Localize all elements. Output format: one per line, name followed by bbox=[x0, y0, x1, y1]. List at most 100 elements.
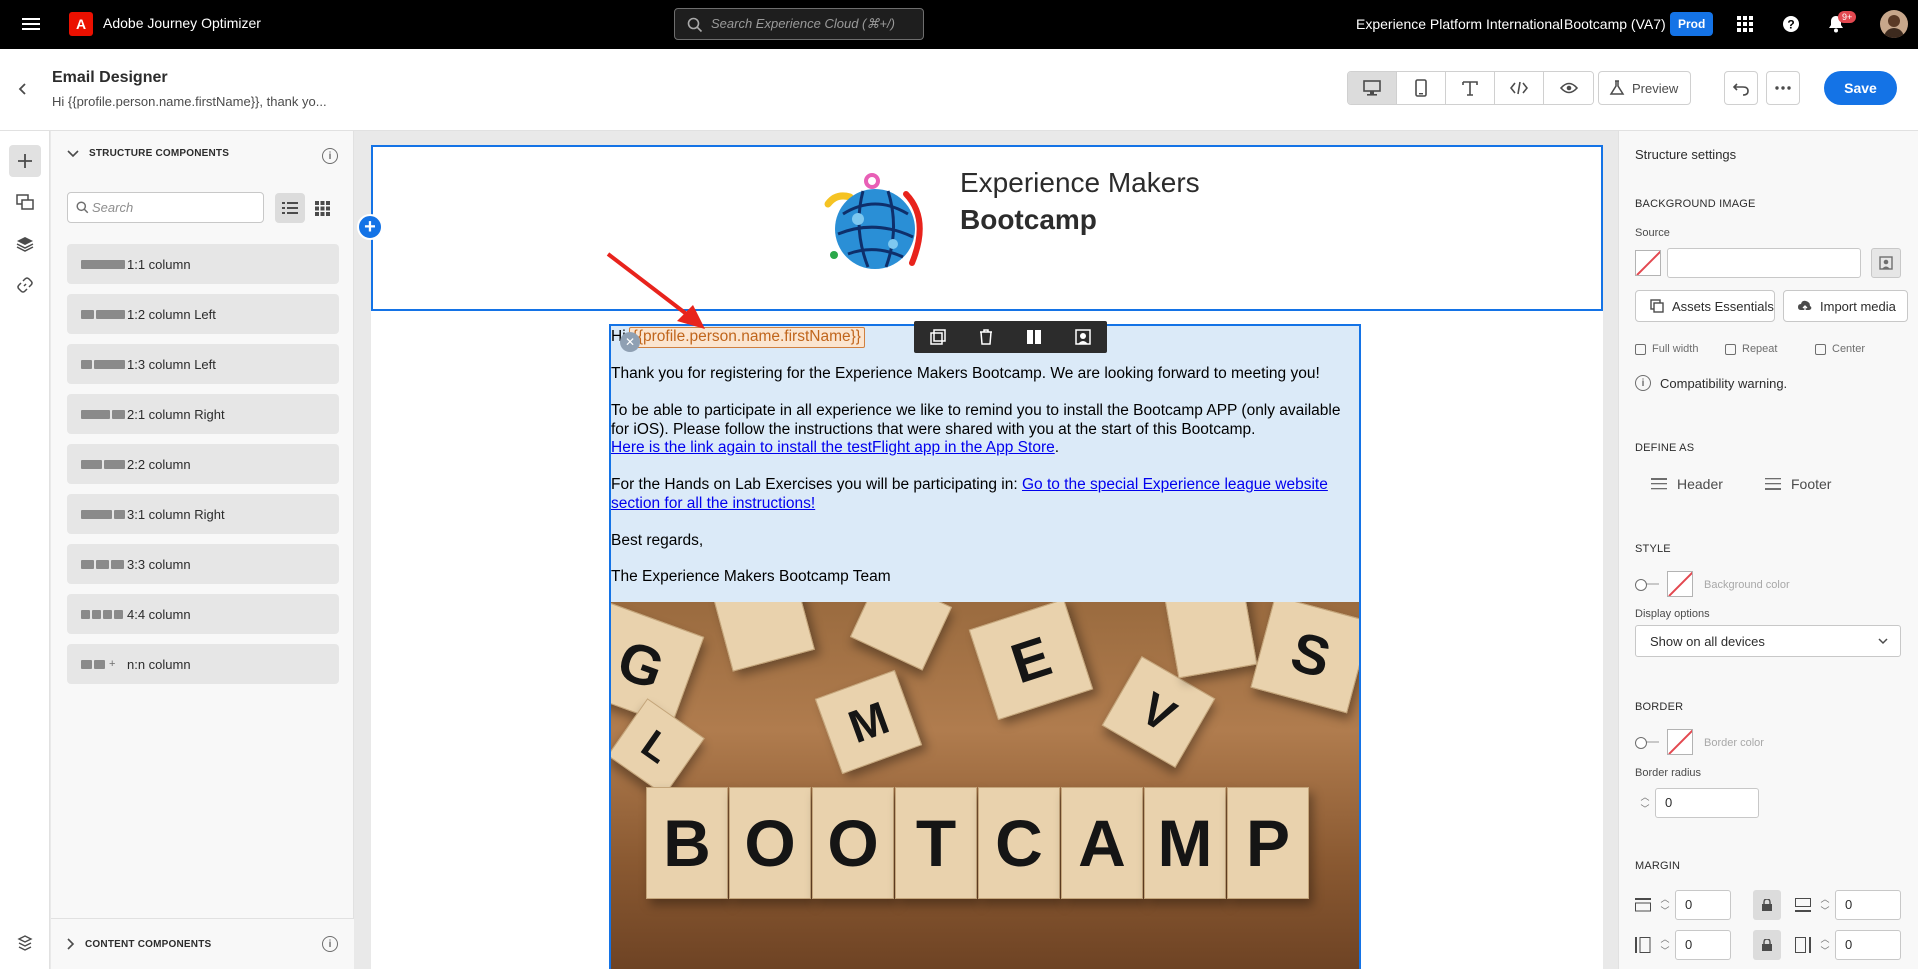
letter-cube: C bbox=[978, 787, 1060, 899]
bg-image-swatch[interactable] bbox=[1635, 250, 1661, 276]
style-heading: STYLE bbox=[1635, 543, 1671, 555]
env-badge[interactable]: Prod bbox=[1670, 12, 1714, 36]
import-media-button[interactable]: Import media bbox=[1783, 290, 1908, 322]
settings-title: Structure settings bbox=[1635, 147, 1737, 162]
margin-bottom-input[interactable]: 0 bbox=[1835, 890, 1901, 920]
define-footer-option[interactable]: Footer bbox=[1765, 476, 1831, 492]
margin-lock-button[interactable] bbox=[1753, 890, 1781, 920]
apps-grid-icon[interactable] bbox=[1735, 14, 1755, 34]
global-search-input[interactable]: Search Experience Cloud (⌘+/) bbox=[674, 8, 924, 40]
margin-bottom-icon bbox=[1795, 898, 1811, 912]
full-width-checkbox[interactable]: Full width bbox=[1635, 343, 1698, 355]
add-structure-icon[interactable]: + bbox=[357, 214, 383, 240]
desktop-view-button[interactable] bbox=[1348, 72, 1397, 104]
component-n-n-column[interactable]: + n:n column bbox=[67, 644, 339, 684]
component-1-3-column-left[interactable]: 1:3 column Left bbox=[67, 344, 339, 384]
margin-top-input[interactable]: 0 bbox=[1675, 890, 1731, 920]
margin-right-input[interactable]: 0 bbox=[1835, 930, 1901, 960]
save-button[interactable]: Save bbox=[1824, 71, 1897, 105]
bg-color-toggle[interactable] bbox=[1635, 578, 1661, 591]
center-checkbox[interactable]: Center bbox=[1815, 343, 1865, 355]
back-arrow-icon[interactable] bbox=[16, 79, 30, 102]
user-avatar[interactable] bbox=[1880, 10, 1908, 38]
component-2-2-column[interactable]: 2:2 column bbox=[67, 444, 339, 484]
full-width-label: Full width bbox=[1652, 343, 1699, 355]
source-input[interactable] bbox=[1667, 248, 1861, 278]
links-button[interactable] bbox=[9, 269, 41, 301]
text-view-button[interactable] bbox=[1446, 72, 1495, 104]
structure-settings-panel: Structure settings BACKGROUND IMAGE Sour… bbox=[1618, 131, 1918, 969]
component-1-1-column[interactable]: 1:1 column bbox=[67, 244, 339, 284]
mobile-view-button[interactable] bbox=[1397, 72, 1446, 104]
fragments-icon bbox=[16, 194, 34, 210]
column-layout-icon bbox=[67, 509, 127, 519]
mobile-icon bbox=[1415, 79, 1427, 97]
browse-image-button[interactable] bbox=[1871, 248, 1901, 278]
search-icon bbox=[687, 17, 703, 33]
assets-essentials-button[interactable]: Assets Essentials bbox=[1635, 290, 1775, 322]
border-radius-input[interactable]: 0 bbox=[1655, 788, 1759, 818]
info-icon[interactable]: i bbox=[322, 148, 338, 164]
structure-components-toggle[interactable]: STRUCTURE COMPONENTS bbox=[67, 148, 229, 159]
sandbox-switcher[interactable]: Bootcamp (VA7) bbox=[1564, 16, 1666, 32]
component-4-4-column[interactable]: 4:4 column bbox=[67, 594, 339, 634]
compatibility-warning[interactable]: Compatibility warning. bbox=[1660, 376, 1787, 391]
add-components-button[interactable] bbox=[9, 145, 41, 177]
component-1-2-column-left[interactable]: 1:2 column Left bbox=[67, 294, 339, 334]
hamburger-menu-icon[interactable] bbox=[22, 15, 40, 33]
list-view-button[interactable] bbox=[275, 193, 305, 223]
preview-label: Preview bbox=[1632, 80, 1679, 96]
border-radius-stepper[interactable]: ︿ ﹀ bbox=[1635, 788, 1655, 818]
border-color-toggle[interactable] bbox=[1635, 736, 1661, 749]
info-icon[interactable]: i bbox=[322, 936, 338, 952]
component-label: n:n column bbox=[127, 656, 191, 672]
help-icon[interactable]: ? bbox=[1781, 14, 1801, 34]
margin-left-input[interactable]: 0 bbox=[1675, 930, 1731, 960]
link-icon bbox=[17, 277, 33, 293]
bg-color-swatch[interactable] bbox=[1667, 571, 1693, 597]
component-3-1-column-right[interactable]: 3:1 column Right bbox=[67, 494, 339, 534]
component-2-1-column-right[interactable]: 2:1 column Right bbox=[67, 394, 339, 434]
layers-button[interactable] bbox=[9, 228, 41, 260]
fragments-button[interactable] bbox=[9, 186, 41, 218]
define-header-option[interactable]: Header bbox=[1651, 476, 1723, 492]
header-option-label: Header bbox=[1677, 476, 1723, 492]
app-name[interactable]: Adobe Journey Optimizer bbox=[103, 15, 261, 31]
grid-view-button[interactable] bbox=[307, 193, 337, 223]
margin-top-stepper[interactable]: ︿ ﹀ bbox=[1655, 890, 1675, 920]
margin-lock-button[interactable] bbox=[1753, 930, 1781, 960]
components-search-input[interactable]: Search bbox=[67, 192, 264, 223]
border-color-swatch[interactable] bbox=[1667, 729, 1693, 755]
delete-icon[interactable] bbox=[979, 329, 993, 345]
undo-button[interactable] bbox=[1724, 71, 1758, 105]
testflight-link[interactable]: Here is the link again to install the te… bbox=[611, 439, 1055, 456]
more-options-button[interactable] bbox=[1766, 71, 1800, 105]
margin-bottom-stepper[interactable]: ︿ ﹀ bbox=[1815, 890, 1835, 920]
visibility-button[interactable] bbox=[1544, 72, 1593, 104]
component-3-3-column[interactable]: 3:3 column bbox=[67, 544, 339, 584]
adobe-logo-icon[interactable]: A bbox=[69, 12, 93, 36]
margin-left-stepper[interactable]: ︿ ﹀ bbox=[1655, 930, 1675, 960]
org-switcher[interactable]: Experience Platform International bbox=[1356, 16, 1563, 32]
margin-right-stepper[interactable]: ︿ ﹀ bbox=[1815, 930, 1835, 960]
bootcamp-image[interactable]: G L M E V S B O O T C A M P bbox=[611, 602, 1359, 969]
components-panel: STRUCTURE COMPONENTS i Search 1:1 column… bbox=[51, 131, 354, 969]
notifications-count-badge: 9+ bbox=[1838, 11, 1857, 23]
duplicate-icon[interactable] bbox=[930, 329, 947, 345]
margin-left-icon bbox=[1635, 937, 1651, 953]
repeat-label: Repeat bbox=[1742, 343, 1778, 355]
components-search-placeholder: Search bbox=[92, 200, 134, 215]
column-layout-icon bbox=[67, 259, 127, 269]
undo-icon bbox=[1733, 83, 1749, 96]
repeat-checkbox[interactable]: Repeat bbox=[1725, 343, 1777, 355]
content-components-toggle[interactable]: CONTENT COMPONENTS bbox=[67, 938, 211, 950]
preview-button[interactable]: Preview bbox=[1598, 71, 1692, 105]
validation-button[interactable] bbox=[9, 927, 41, 959]
bootcamp-logo-globe bbox=[824, 173, 923, 269]
assets-essentials-label: Assets Essentials bbox=[1672, 298, 1774, 314]
display-options-select[interactable]: Show on all devices bbox=[1635, 625, 1901, 657]
columns-icon[interactable] bbox=[1026, 329, 1042, 345]
selected-header-structure[interactable]: Experience Makers Bootcamp + bbox=[357, 145, 1603, 311]
code-view-button[interactable] bbox=[1495, 72, 1544, 104]
save-fragment-icon[interactable] bbox=[1074, 329, 1091, 345]
